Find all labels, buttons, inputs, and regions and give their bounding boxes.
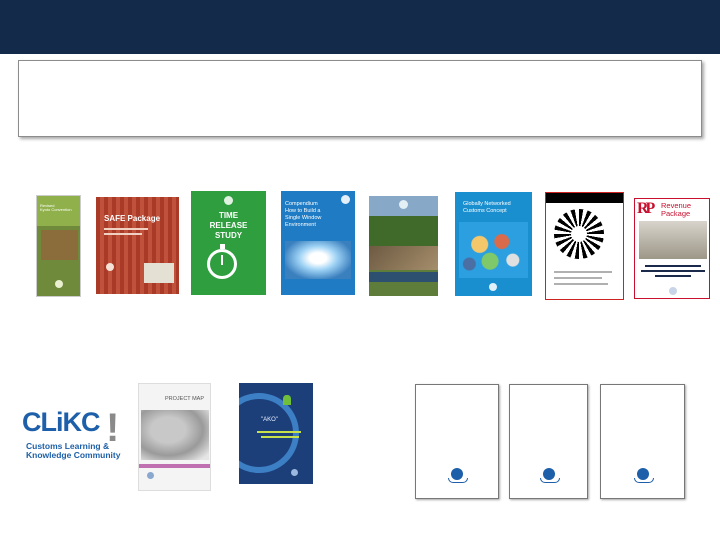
wco-logo-icon	[106, 263, 114, 271]
wco-logo-icon	[669, 287, 677, 295]
globe-photo-cluster	[459, 222, 528, 278]
cover-text-line	[257, 431, 301, 433]
cover-ako[interactable]: "AKO"	[239, 383, 313, 484]
wco-logo-icon	[489, 283, 497, 291]
wco-logo-ring	[633, 478, 654, 483]
cover-project-map[interactable]: PROJECT MAP	[138, 383, 211, 491]
clikc-tagline: Customs Learning & Knowledge Community	[26, 441, 121, 460]
cover-text-line	[645, 265, 701, 267]
cover-text-line-2	[261, 436, 299, 438]
cover-subtitle-line	[104, 228, 148, 230]
container-label	[144, 263, 174, 283]
wco-logo-icon	[399, 200, 408, 209]
wco-logo-ring	[539, 478, 560, 483]
blank-cover-3[interactable]	[600, 384, 685, 499]
cover-single-window-compendium[interactable]: Compendium How to Build a Single Window …	[281, 191, 355, 295]
cover-photo-trees	[369, 216, 438, 246]
cover-title: PROJECT MAP	[165, 396, 205, 402]
wco-logo-icon	[147, 472, 154, 479]
cover-photo-tracks	[369, 246, 438, 270]
cover-text-line-3	[554, 283, 608, 285]
cover-revenue-package[interactable]: RP Revenue Package	[634, 198, 710, 299]
cover-photo	[41, 230, 78, 260]
cover-title: Revised Kyoto Convention	[40, 203, 72, 213]
cover-safe-package[interactable]: SAFE Package	[96, 197, 179, 294]
cover-figure-icon	[283, 395, 291, 405]
cover-radial-publication[interactable]	[545, 192, 624, 300]
wco-logo-icon	[341, 195, 350, 204]
stopwatch-button	[220, 244, 225, 249]
content-text-box[interactable]	[18, 60, 702, 137]
cover-band	[139, 464, 210, 468]
radial-center	[571, 226, 587, 242]
cover-railway-publication[interactable]	[369, 196, 438, 296]
cover-time-release-study[interactable]: TIME RELEASE STUDY	[191, 191, 266, 295]
cover-kyoto-convention[interactable]: Revised Kyoto Convention	[36, 195, 81, 297]
cover-title: Compendium How to Build a Single Window …	[285, 201, 322, 228]
wco-logo-icon	[55, 280, 63, 288]
cover-text-line-2	[641, 270, 705, 272]
cover-band	[369, 272, 438, 282]
wco-logo-icon	[224, 196, 233, 205]
blank-cover-1[interactable]	[415, 384, 499, 499]
wco-logo-icon	[291, 469, 298, 476]
blank-cover-2[interactable]	[509, 384, 588, 499]
rp-logo-icon: RP	[637, 200, 655, 217]
cover-office-photo	[639, 221, 707, 259]
cover-globally-networked-customs[interactable]: Globally Networked Customs Concept	[455, 192, 532, 296]
world-map-image	[141, 410, 209, 460]
cover-text-line-2	[554, 277, 602, 279]
wco-logo-ring	[448, 478, 468, 483]
cover-title: SAFE Package	[104, 214, 161, 223]
clikc-logo[interactable]: CLiKC ! Customs Learning & Knowledge Com…	[20, 408, 126, 464]
header-bar	[0, 0, 720, 54]
cover-title: Revenue Package	[661, 201, 692, 219]
cover-text-line	[554, 271, 612, 273]
cover-title: "AKO"	[261, 417, 278, 423]
cover-title: TIME RELEASE STUDY	[209, 211, 248, 240]
clikc-wordmark: CLiKC	[22, 408, 100, 437]
cover-top-band	[546, 193, 623, 203]
cover-text-line-3	[655, 275, 691, 277]
cover-swirl	[239, 393, 299, 473]
cover-title: Globally Networked Customs Concept	[463, 201, 511, 215]
cover-subtitle-line-2	[104, 233, 142, 235]
stopwatch-hand	[221, 255, 223, 265]
cover-network-image	[285, 241, 351, 279]
